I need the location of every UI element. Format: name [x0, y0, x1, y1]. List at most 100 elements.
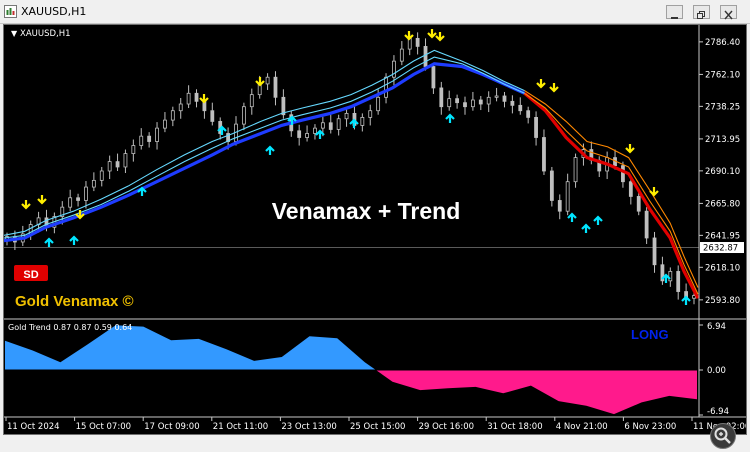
price-tick-label: 2665.80	[705, 199, 740, 209]
candle-body	[549, 170, 554, 201]
candle-body	[557, 200, 562, 212]
candle-body	[163, 119, 167, 129]
buy-arrow-icon	[265, 145, 275, 155]
candle-body	[384, 76, 388, 98]
buy-arrow-icon	[445, 113, 455, 123]
candle-body	[652, 237, 657, 266]
buy-arrow-icon	[593, 215, 603, 225]
candle-body	[399, 48, 404, 62]
candle-body	[621, 165, 625, 183]
candle-body	[542, 137, 546, 172]
price-tick-label: 2641.95	[705, 231, 740, 241]
candle-body	[115, 161, 120, 168]
candle-body	[305, 133, 309, 138]
price-scale[interactable]: 2786.40 2762.10 2738.25 2713.95 2690.10 2665.…	[699, 38, 740, 306]
candle-body	[463, 102, 467, 108]
candle-body	[636, 196, 641, 212]
candle-body	[573, 157, 578, 183]
sell-arrow-icon	[37, 195, 47, 205]
time-tick-label: 31 Oct 18:00	[487, 422, 542, 432]
candle-body	[360, 117, 365, 126]
candle-body	[439, 87, 444, 108]
price-chart[interactable]: ▼ XAUUSD,H1 Venamax + Trend SD Gold Vena…	[4, 25, 746, 434]
price-tick-label: 2713.95	[705, 135, 740, 145]
candle-body	[320, 122, 325, 129]
candle-body	[91, 179, 96, 188]
candle-body	[328, 122, 333, 130]
sell-arrow-icon	[649, 187, 659, 197]
time-tick-label: 17 Oct 09:00	[144, 422, 199, 432]
time-tick-label: 11 Oct 2024	[7, 422, 60, 432]
candle-body	[510, 100, 515, 106]
buy-arrow-icon	[581, 223, 591, 233]
indicator-scale: 6.94 0.00 -6.94	[699, 322, 729, 417]
candle-body	[123, 153, 128, 168]
candle-body	[139, 135, 144, 146]
candle-body	[376, 96, 381, 112]
window-titlebar: XAUUSD,H1	[0, 0, 750, 24]
chart-area[interactable]: ▼ XAUUSD,H1 Venamax + Trend SD Gold Vena…	[3, 24, 747, 449]
minimize-button[interactable]	[666, 5, 683, 19]
indicator-label: Gold Trend 0.87 0.87 0.59 0.64	[8, 323, 132, 332]
candle-body	[518, 104, 523, 112]
time-tick-label: 25 Oct 15:00	[350, 422, 405, 432]
time-tick-label: 4 Nov 21:00	[556, 422, 608, 432]
candle-body	[76, 197, 80, 201]
candle-body	[423, 46, 428, 67]
time-tick-label: 29 Oct 16:00	[419, 422, 474, 432]
zoom-button[interactable]	[710, 423, 736, 449]
price-tick-label: 2593.80	[705, 296, 740, 306]
sell-arrow-icon	[21, 200, 31, 210]
sd-badge-label: SD	[23, 269, 38, 281]
sell-arrow-icon	[404, 31, 414, 41]
time-tick-label: 15 Oct 07:00	[76, 422, 131, 432]
candle-body	[273, 76, 278, 98]
candle-body	[344, 112, 349, 120]
sell-arrow-icon	[435, 32, 445, 42]
candle-body	[313, 127, 317, 134]
buy-arrow-icon	[349, 118, 359, 128]
sell-arrow-icon	[536, 79, 546, 89]
restore-button[interactable]	[693, 5, 710, 19]
current-price-value: 2632.87	[703, 244, 738, 254]
chart-watermark-title: Venamax + Trend	[272, 198, 461, 224]
candle-body	[676, 271, 681, 292]
buy-arrow-icon	[69, 235, 79, 245]
candle-body	[99, 170, 104, 181]
indicator-tick-label: 0.00	[707, 366, 726, 376]
sell-arrow-icon	[427, 29, 437, 39]
candle-body	[249, 94, 254, 108]
candle-body	[84, 186, 88, 201]
candle-body	[415, 37, 420, 47]
candle-body	[155, 127, 159, 142]
candle-body	[107, 161, 112, 172]
minimize-icon	[671, 17, 678, 19]
time-scale[interactable]: 11 Oct 2024 15 Oct 07:00 17 Oct 09:00 21 Oc…	[5, 417, 746, 432]
price-tick-label: 2762.10	[705, 70, 740, 80]
candle-body	[494, 95, 499, 98]
candle-body	[241, 106, 246, 125]
candle-body	[478, 99, 483, 105]
candles-layer	[5, 32, 696, 305]
candle-body	[170, 110, 175, 121]
candle-body	[297, 130, 302, 138]
time-tick-label: 21 Oct 11:00	[213, 422, 268, 432]
window-title: XAUUSD,H1	[21, 5, 87, 18]
indicator-tick-label: -6.94	[707, 407, 729, 417]
restore-icon	[697, 11, 705, 19]
chart-symbol-label: XAUUSD,H1	[20, 29, 71, 39]
candle-body	[628, 181, 633, 197]
chart-window-icon	[4, 5, 17, 18]
price-tick-label: 2690.10	[705, 167, 740, 177]
candle-body	[186, 92, 191, 105]
candle-body	[131, 145, 136, 154]
sell-arrow-icon	[199, 94, 209, 104]
candle-body	[147, 135, 152, 142]
candle-body	[431, 66, 436, 89]
candle-body	[194, 92, 199, 102]
candle-body	[265, 76, 270, 85]
close-icon	[724, 10, 733, 20]
candle-body	[447, 98, 452, 108]
close-button[interactable]	[720, 5, 737, 20]
candle-body	[210, 110, 215, 122]
